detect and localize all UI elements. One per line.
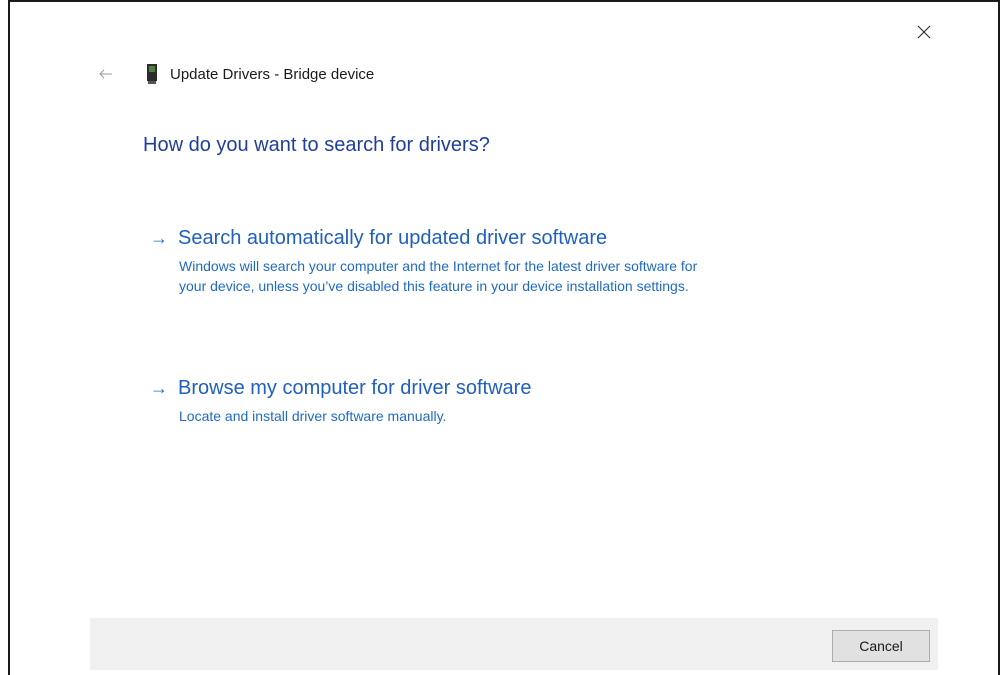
option-description-line: your device, unless you’ve disabled this…	[179, 278, 689, 294]
device-icon	[147, 64, 157, 84]
browse-computer-option[interactable]: → Browse my computer for driver software…	[150, 374, 531, 426]
dialog-header: Update Drivers - Bridge device	[146, 62, 374, 86]
cancel-button[interactable]: Cancel	[832, 630, 930, 662]
window-border-left	[8, 0, 10, 675]
back-button[interactable]	[92, 62, 120, 86]
back-arrow-icon	[99, 69, 112, 79]
close-button[interactable]	[906, 16, 942, 48]
update-drivers-dialog: Update Drivers - Bridge device How do yo…	[0, 0, 1008, 675]
search-automatically-option[interactable]: → Search automatically for updated drive…	[150, 224, 697, 296]
dialog-footer	[90, 618, 938, 670]
option-description: Locate and install driver software manua…	[179, 406, 531, 426]
option-description-line: Locate and install driver software manua…	[179, 408, 447, 424]
page-question: How do you want to search for drivers?	[143, 134, 490, 156]
right-arrow-icon: →	[150, 227, 168, 248]
option-title[interactable]: Search automatically for updated driver …	[178, 227, 607, 250]
option-description: Windows will search your computer and th…	[179, 256, 697, 296]
close-icon	[917, 25, 931, 39]
option-title[interactable]: Browse my computer for driver software	[178, 377, 531, 400]
window-border-top	[8, 0, 1000, 2]
option-description-line: Windows will search your computer and th…	[179, 258, 698, 274]
window-border-right	[998, 0, 1000, 675]
right-arrow-icon: →	[150, 377, 168, 398]
dialog-title: Update Drivers - Bridge device	[170, 65, 375, 83]
